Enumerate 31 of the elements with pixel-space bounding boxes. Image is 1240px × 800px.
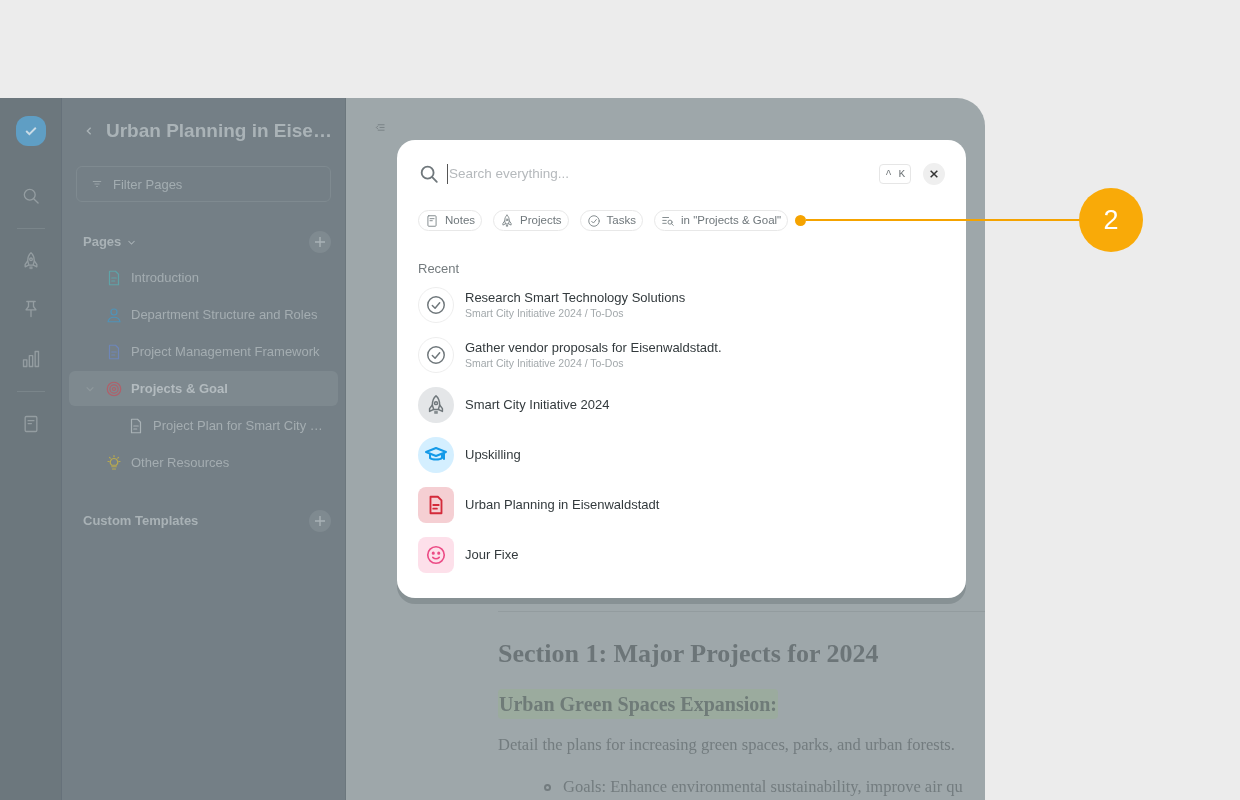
note-icon	[425, 213, 439, 228]
check-circle-icon	[586, 213, 601, 228]
graduation-cap-icon	[418, 436, 454, 473]
shortcut-hint: ^ K	[879, 163, 911, 185]
close-button[interactable]	[923, 163, 945, 185]
result-item[interactable]: Upskilling	[418, 436, 945, 473]
add-button[interactable]	[309, 510, 331, 532]
plus-icon	[314, 236, 326, 248]
result-item[interactable]: Gather vendor proposals for Eisenwaldstadt. Smart City Initiative 2024 / To-Dos	[418, 336, 945, 373]
result-item[interactable]: Research Smart Technology Solutions Smart City Initiative 2024 / To-Dos	[418, 286, 945, 323]
callout-badge: 2	[1079, 188, 1143, 252]
section-label: Recent	[418, 260, 461, 278]
app-logo[interactable]	[15, 116, 46, 146]
result-path: Smart City Initiative 2024 / To-Dos	[465, 306, 625, 320]
bullet-icon	[544, 784, 551, 792]
result-item[interactable]: Jour Fixe	[418, 536, 945, 573]
result-item[interactable]: Urban Planning in Eisenwaldstadt	[418, 486, 945, 523]
filter-icon	[92, 179, 102, 189]
add-button[interactable]	[309, 231, 331, 253]
document-icon	[418, 486, 454, 523]
smiley-icon	[418, 536, 454, 573]
search-icon	[418, 163, 440, 185]
plus-icon	[314, 515, 326, 527]
bar-chart-icon[interactable]	[20, 349, 41, 369]
close-icon	[929, 169, 939, 179]
rocket-icon	[500, 213, 515, 228]
back-icon[interactable]	[84, 126, 94, 136]
rocket-icon	[418, 386, 454, 423]
result-item[interactable]: Smart City Initiative 2024	[418, 386, 945, 423]
search-field[interactable]: Search everything...	[447, 163, 880, 185]
result-path: Smart City Initiative 2024 / To-Dos	[465, 356, 625, 370]
